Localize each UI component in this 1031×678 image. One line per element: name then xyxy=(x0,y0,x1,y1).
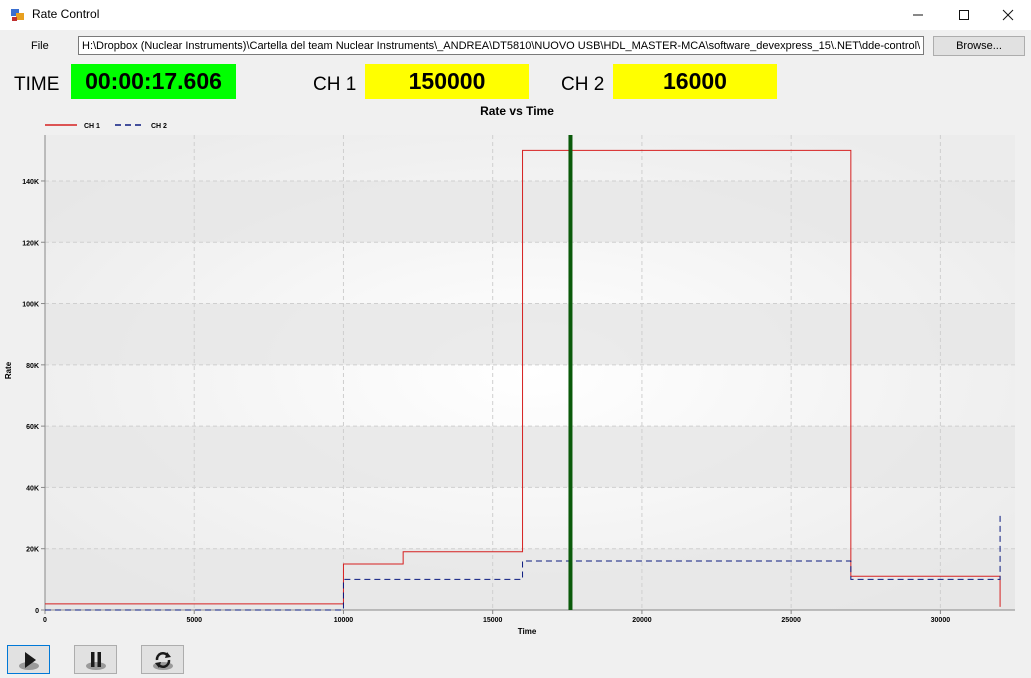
title-bar: Rate Control xyxy=(0,0,1031,30)
x-tick-label: 25000 xyxy=(781,617,801,624)
legend: CH 1 CH 2 xyxy=(45,123,167,130)
x-tick-label: 0 xyxy=(43,617,47,624)
y-axis-label: Rate xyxy=(4,361,13,379)
file-path-input[interactable] xyxy=(78,36,924,55)
play-button[interactable] xyxy=(7,645,50,674)
file-label: File xyxy=(31,40,49,52)
grid-band xyxy=(45,303,1015,365)
refresh-icon xyxy=(152,651,173,670)
y-tick-label: 0 xyxy=(35,608,39,615)
maximize-icon xyxy=(959,10,969,20)
time-value: 00:00:17.606 xyxy=(71,64,236,99)
y-tick-label: 20K xyxy=(26,547,39,554)
rate-chart: 0 20K 40K 60K 80K 100K 120K 140K 0 5000 10000 15000… xyxy=(0,100,1031,640)
legend-ch1-label: CH 1 xyxy=(84,123,100,130)
x-axis-label: Time xyxy=(518,627,537,636)
y-tick-label: 140K xyxy=(22,179,39,186)
window-title: Rate Control xyxy=(32,7,100,21)
y-tick-label: 100K xyxy=(22,302,39,309)
reset-button[interactable] xyxy=(141,645,184,674)
y-tick-label: 60K xyxy=(26,424,39,431)
y-tick-label: 120K xyxy=(22,240,39,247)
y-tick-label: 40K xyxy=(26,485,39,492)
x-tick-label: 20000 xyxy=(632,617,652,624)
browse-button[interactable]: Browse... xyxy=(933,36,1025,56)
x-tick-label: 15000 xyxy=(483,617,503,624)
maximize-button[interactable] xyxy=(941,0,987,30)
app-icon xyxy=(11,9,24,21)
minimize-button[interactable] xyxy=(895,0,941,30)
x-tick-label: 30000 xyxy=(931,617,951,624)
minimize-icon xyxy=(913,14,923,16)
play-icon xyxy=(18,651,39,670)
ch1-label: CH 1 xyxy=(313,74,357,95)
chart-title: Rate vs Time xyxy=(480,104,554,118)
ch2-value: 16000 xyxy=(613,64,777,99)
time-label: TIME xyxy=(14,74,60,95)
ch2-label: CH 2 xyxy=(561,74,605,95)
close-button[interactable] xyxy=(985,0,1031,30)
grid-band xyxy=(45,180,1015,243)
close-icon xyxy=(1002,9,1014,21)
grid-band xyxy=(45,426,1015,488)
x-tick-label: 10000 xyxy=(334,617,354,624)
ch1-value: 150000 xyxy=(365,64,529,99)
x-tick-label: 5000 xyxy=(186,617,202,624)
y-tick-label: 80K xyxy=(26,363,39,370)
pause-icon xyxy=(85,651,106,670)
pause-button[interactable] xyxy=(74,645,117,674)
legend-ch2-label: CH 2 xyxy=(151,123,167,130)
rate-chart-svg: 0 20K 40K 60K 80K 100K 120K 140K 0 5000 10000 15000… xyxy=(4,104,1015,636)
